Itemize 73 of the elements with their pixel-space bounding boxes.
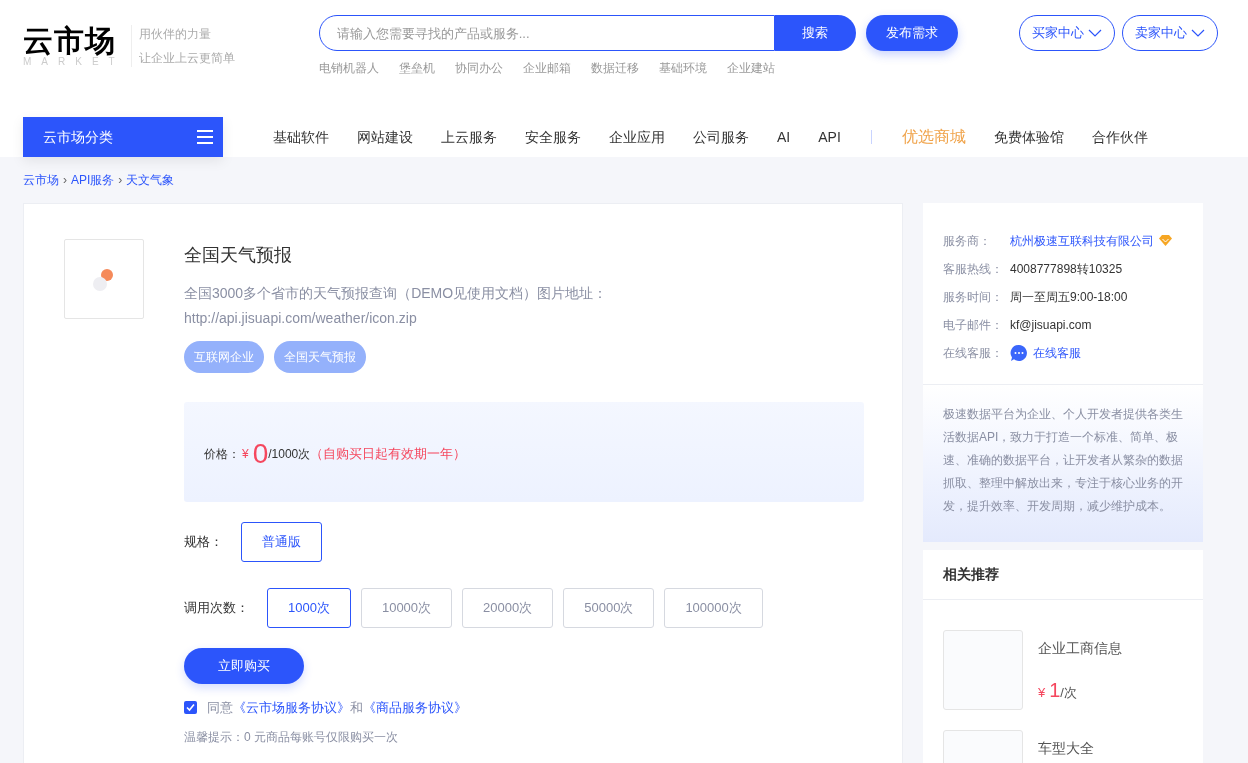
provider-label: 服务时间： bbox=[943, 288, 1004, 306]
nav-link[interactable]: 上云服务 bbox=[441, 126, 497, 148]
chat-bubble-icon bbox=[1010, 343, 1028, 362]
nav-link[interactable]: 公司服务 bbox=[693, 126, 749, 148]
category-button[interactable]: 云市场分类 bbox=[23, 117, 223, 157]
nav-link[interactable]: 基础软件 bbox=[273, 126, 329, 148]
breadcrumb-separator: › bbox=[118, 172, 123, 189]
nav-link[interactable]: 网站建设 bbox=[357, 126, 413, 148]
price-label: 价格： bbox=[204, 446, 240, 463]
provider-value: 周一至周五9:00-18:00 bbox=[1010, 288, 1128, 306]
nav-link[interactable]: API bbox=[818, 126, 841, 148]
product-tag: 全国天气预报 bbox=[274, 341, 366, 373]
provider-label: 电子邮件： bbox=[943, 316, 1004, 334]
hot-keyword-link[interactable]: 数据迁移 bbox=[590, 59, 639, 77]
provider-label: 客服热线： bbox=[943, 260, 1004, 278]
nav-link[interactable]: 企业应用 bbox=[609, 126, 665, 148]
company-link[interactable]: 杭州极速互联科技有限公司 bbox=[1010, 231, 1154, 250]
product-description: 全国3000多个省市的天气预报查询（DEMO见使用文档）图片地址：http://api.jisuapi.com/weather/icon.zip bbox=[184, 284, 609, 328]
option-button[interactable]: 100000次 bbox=[664, 588, 763, 628]
breadcrumb-link[interactable]: 云市场 bbox=[23, 171, 59, 189]
option-button[interactable]: 普通版 bbox=[241, 522, 322, 562]
related-price: 1 bbox=[1049, 678, 1061, 703]
agreement-text: 同意《云市场服务协议》和《商品服务协议》 bbox=[207, 699, 467, 717]
provider-value: 4008777898转10325 bbox=[1010, 260, 1123, 278]
breadcrumb-link[interactable]: 天文气象 bbox=[126, 171, 175, 189]
currency-symbol: ¥ bbox=[1038, 684, 1046, 702]
option-button[interactable]: 10000次 bbox=[360, 588, 453, 628]
chat-link[interactable]: 在线客服 bbox=[1033, 343, 1081, 362]
nav-link[interactable]: AI bbox=[777, 126, 791, 148]
nav-link[interactable]: 合作伙伴 bbox=[1091, 126, 1148, 148]
related-unit: /次 bbox=[1060, 685, 1077, 702]
price-unit: /1000次 bbox=[268, 447, 311, 461]
option-button[interactable]: 20000次 bbox=[462, 588, 554, 628]
currency-symbol: ¥ bbox=[242, 446, 249, 463]
product-tag: 互联网企业 bbox=[184, 341, 264, 373]
chevron-down-icon bbox=[1190, 29, 1205, 37]
logo-title: 云市场 bbox=[23, 25, 117, 57]
related-title: 相关推荐 bbox=[943, 565, 999, 584]
related-product-link[interactable]: 车型大全 bbox=[1038, 738, 1094, 759]
search-field[interactable]: 请输入您需要寻找的产品或服务... bbox=[318, 15, 775, 51]
hot-keyword-link[interactable]: 协同办公 bbox=[454, 59, 503, 77]
hot-keyword-link[interactable]: 电销机器人 bbox=[318, 59, 379, 77]
publish-button[interactable]: 发布需求 bbox=[865, 15, 958, 51]
option-label: 调用次数： bbox=[184, 599, 249, 618]
nav-link[interactable]: 免费体验馆 bbox=[993, 126, 1064, 148]
breadcrumb-separator: › bbox=[63, 172, 67, 189]
option-button[interactable]: 50000次 bbox=[563, 588, 655, 628]
provider-label: 在线客服： bbox=[943, 344, 1004, 362]
chevron-down-icon bbox=[1087, 29, 1102, 37]
hot-keyword-link[interactable]: 基础环境 bbox=[658, 59, 707, 77]
breadcrumb-link[interactable]: API服务 bbox=[71, 171, 115, 189]
agreement-link[interactable]: 《云市场服务协议》 bbox=[233, 700, 350, 715]
agree-checkbox[interactable] bbox=[184, 701, 197, 715]
menu-icon bbox=[197, 130, 213, 144]
option-button[interactable]: 1000次 bbox=[267, 588, 351, 628]
related-product-link[interactable]: 企业工商信息 bbox=[1038, 638, 1122, 659]
hot-keyword-link[interactable]: 堡垒机 bbox=[398, 59, 435, 77]
agreement-link[interactable]: 《商品服务协议》 bbox=[363, 700, 467, 715]
search-button[interactable]: 搜索 bbox=[774, 15, 856, 51]
hot-keyword-link[interactable]: 企业建站 bbox=[726, 59, 775, 77]
hot-keyword-link[interactable]: 企业邮箱 bbox=[522, 59, 571, 77]
price-amount: 0 bbox=[252, 439, 269, 469]
tip-text: 温馨提示：0 元商品每账号仅限购买一次 bbox=[184, 728, 399, 746]
slogan-text: 用伙伴的力量 bbox=[138, 26, 212, 43]
provider-label: 服务商： bbox=[943, 232, 992, 250]
nav-link[interactable]: 安全服务 bbox=[525, 126, 581, 148]
buy-button[interactable]: 立即购买 bbox=[184, 648, 304, 684]
product-title: 全国天气预报 bbox=[184, 244, 293, 267]
price-note: （自购买日起有效期一年） bbox=[310, 445, 467, 464]
provider-value: kf@jisuapi.com bbox=[1010, 316, 1092, 334]
diamond-icon bbox=[1159, 235, 1172, 246]
slogan-text: 让企业上云更简单 bbox=[138, 50, 235, 67]
option-label: 规格： bbox=[184, 533, 223, 552]
